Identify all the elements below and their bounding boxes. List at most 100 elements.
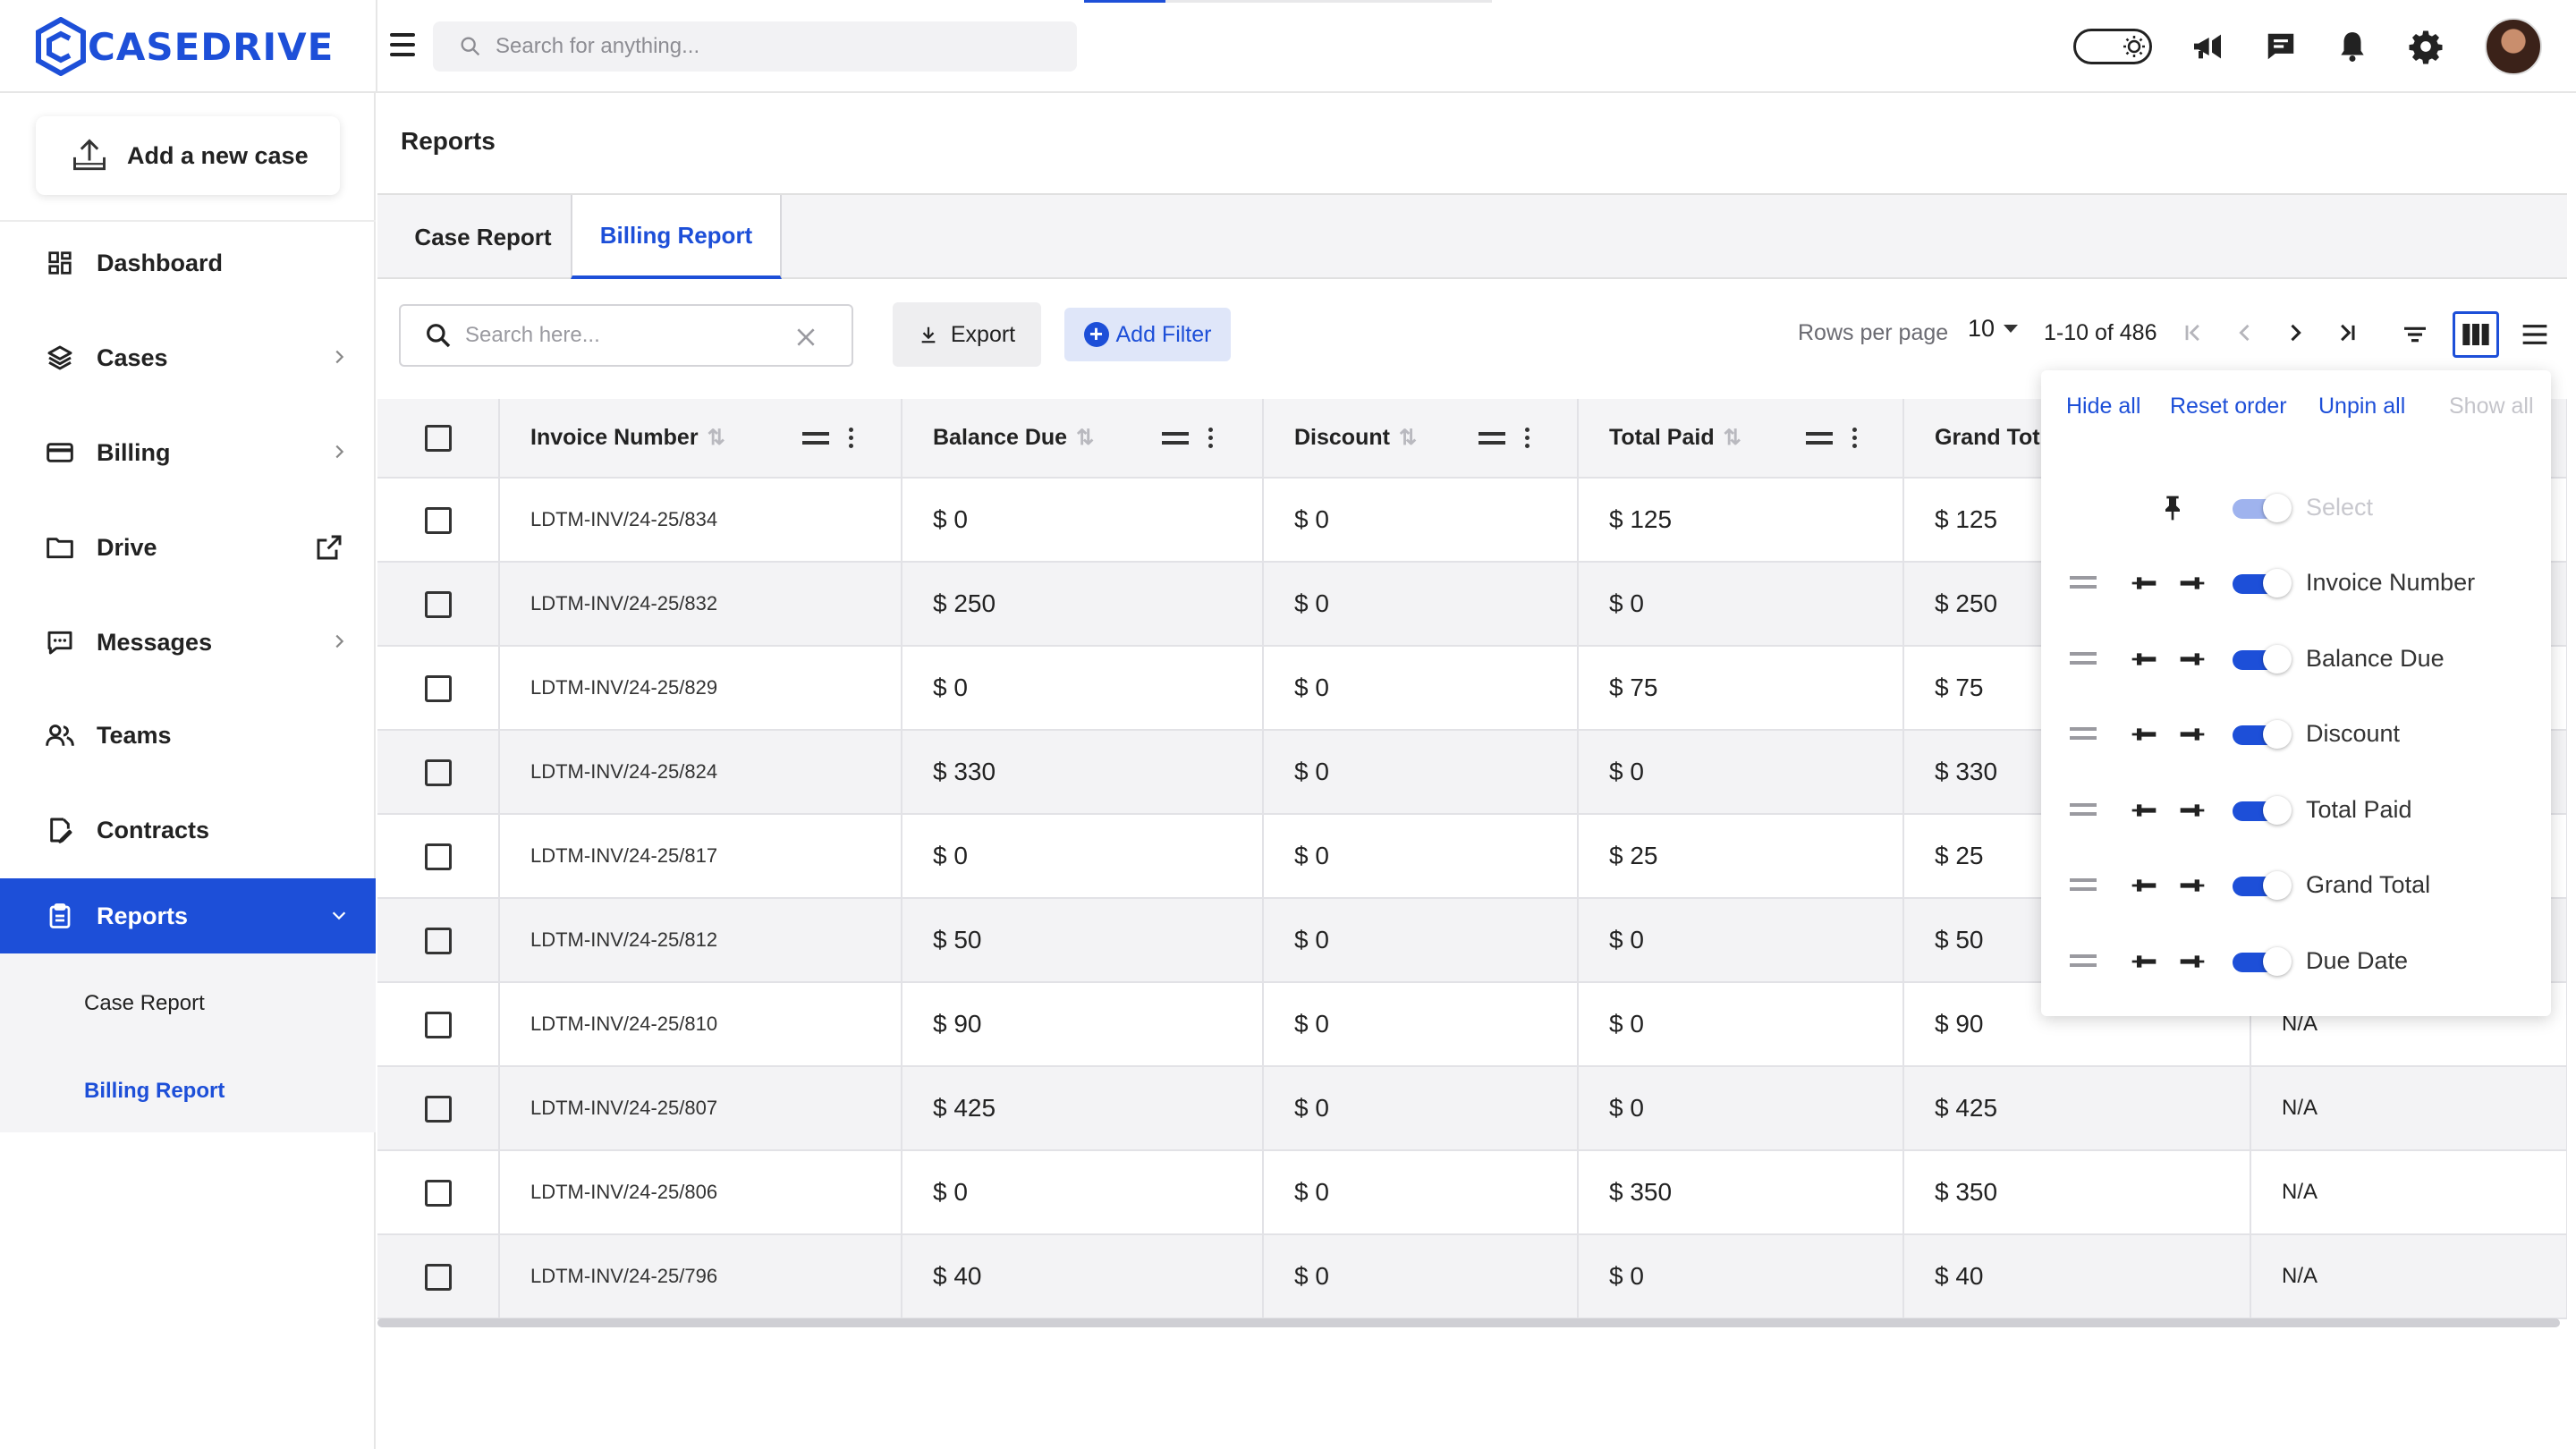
first-page-button[interactable] [2175,315,2211,351]
drag-handle-icon[interactable] [2070,576,2097,589]
column-header-invoice-number[interactable]: Invoice Number ⇅ [499,399,902,479]
row-checkbox[interactable] [424,759,452,787]
pin-icon[interactable] [2156,494,2190,522]
sort-icon[interactable]: ⇅ [1076,426,1094,450]
pin-right-icon[interactable] [2175,645,2209,674]
row-checkbox[interactable] [424,507,452,535]
row-checkbox[interactable] [424,1180,452,1208]
drag-handle-icon[interactable] [2070,878,2097,891]
pin-left-icon[interactable] [2127,796,2161,825]
sidebar-item-messages[interactable]: Messages [0,605,376,680]
table-row[interactable]: LDTM-INV/24-25/807 $ 425 $ 0 $ 0 $ 425 N/A [377,1066,2567,1151]
pin-right-icon[interactable] [2175,871,2209,900]
pin-right-icon[interactable] [2175,947,2209,976]
sidebar-item-teams[interactable]: Teams [0,698,376,773]
row-checkbox[interactable] [424,928,452,955]
pin-left-icon[interactable] [2127,871,2161,900]
theme-toggle[interactable] [2073,29,2152,64]
drag-handle-icon[interactable] [1479,431,1505,445]
row-checkbox[interactable] [424,591,452,619]
add-new-case-button[interactable]: Add a new case [36,116,340,195]
add-filter-button[interactable]: + Add Filter [1064,308,1231,361]
menu-toggle-button[interactable] [390,27,426,63]
last-page-button[interactable] [2329,315,2365,351]
toggle-grand-total-column[interactable] [2233,871,2292,900]
density-button[interactable] [2512,311,2558,358]
tab-billing-report[interactable]: Billing Report [571,195,782,279]
table-row[interactable]: LDTM-INV/24-25/796 $ 40 $ 0 $ 0 $ 40 N/A [377,1234,2567,1319]
drag-handle-icon[interactable] [2070,651,2097,665]
reset-order-button[interactable]: Reset order [2170,394,2287,419]
pin-left-icon[interactable] [2127,720,2161,749]
export-label: Export [950,321,1016,347]
pin-left-icon[interactable] [2127,569,2161,597]
next-page-button[interactable] [2277,315,2313,351]
previous-page-button[interactable] [2227,315,2263,351]
submenu-billing-report[interactable]: Billing Report [84,1079,225,1104]
column-header-balance-due[interactable]: Balance Due ⇅ [902,399,1264,479]
pin-left-icon[interactable] [2127,947,2161,976]
discount-cell: $ 0 [1263,562,1579,647]
drag-handle-icon[interactable] [2070,727,2097,740]
global-search-input[interactable] [496,34,1032,59]
row-checkbox[interactable] [424,1264,452,1292]
show-all-button[interactable]: Show all [2449,394,2534,419]
casedrive-logo[interactable]: CASEDRIVE [36,14,334,79]
sort-icon[interactable]: ⇅ [708,426,725,450]
columns-button[interactable] [2453,311,2499,358]
select-all-checkbox[interactable] [424,424,452,452]
row-checkbox[interactable] [424,1096,452,1123]
drag-handle-icon[interactable] [2070,802,2097,816]
settings-button[interactable] [2401,21,2451,72]
toggle-total-paid-column[interactable] [2233,795,2292,825]
drag-handle-icon[interactable] [1162,431,1189,445]
more-vertical-icon[interactable] [1852,428,1857,448]
drag-handle-icon[interactable] [802,431,829,445]
toggle-discount-column[interactable] [2233,720,2292,749]
table-search-input[interactable] [465,323,787,348]
toggle-invoice-number-column[interactable] [2233,569,2292,597]
pin-right-icon[interactable] [2175,720,2209,749]
column-header-total-paid[interactable]: Total Paid ⇅ [1578,399,1904,479]
sidebar-item-drive[interactable]: Drive [0,510,376,585]
horizontal-scrollbar[interactable] [377,1318,2560,1327]
external-link-icon[interactable] [315,533,343,562]
global-search-box[interactable] [433,21,1077,72]
sort-icon[interactable]: ⇅ [1724,426,1741,450]
row-checkbox[interactable] [424,675,452,703]
close-icon[interactable] [794,326,818,349]
chat-button[interactable] [2256,21,2306,72]
pin-right-icon[interactable] [2175,796,2209,825]
grand-total-cell: $ 40 [1903,1234,2251,1319]
drag-handle-icon[interactable] [1806,431,1833,445]
announcements-button[interactable] [2182,21,2233,72]
toggle-due-date-column[interactable] [2233,946,2292,976]
sort-icon[interactable]: ⇅ [1399,426,1417,450]
hide-all-button[interactable]: Hide all [2066,394,2140,419]
more-vertical-icon[interactable] [1525,428,1530,448]
filter-toggle-button[interactable] [2392,311,2438,358]
unpin-all-button[interactable]: Unpin all [2318,394,2405,419]
table-row[interactable]: LDTM-INV/24-25/806 $ 0 $ 0 $ 350 $ 350 N/A [377,1150,2567,1235]
table-search-box[interactable] [399,304,853,367]
user-avatar[interactable] [2485,18,2542,75]
sidebar-item-reports[interactable]: Reports [0,878,376,953]
sidebar-item-contracts[interactable]: Contracts [0,792,376,868]
drag-handle-icon[interactable] [2070,953,2097,967]
column-header-discount[interactable]: Discount ⇅ [1263,399,1579,479]
rows-per-page-select[interactable]: 10 [1968,315,2019,343]
sidebar-item-dashboard[interactable]: Dashboard [0,225,376,301]
row-checkbox[interactable] [424,1012,452,1039]
export-button[interactable]: Export [893,302,1041,367]
sidebar-item-billing[interactable]: Billing [0,415,376,490]
more-vertical-icon[interactable] [1208,428,1213,448]
tab-case-report[interactable]: Case Report [386,195,580,279]
pin-right-icon[interactable] [2175,569,2209,597]
sidebar-item-cases[interactable]: Cases [0,320,376,395]
notifications-button[interactable] [2327,21,2377,72]
submenu-case-report[interactable]: Case Report [84,991,205,1016]
pin-left-icon[interactable] [2127,645,2161,674]
toggle-balance-due-column[interactable] [2233,644,2292,674]
more-vertical-icon[interactable] [849,428,853,448]
row-checkbox[interactable] [424,843,452,871]
